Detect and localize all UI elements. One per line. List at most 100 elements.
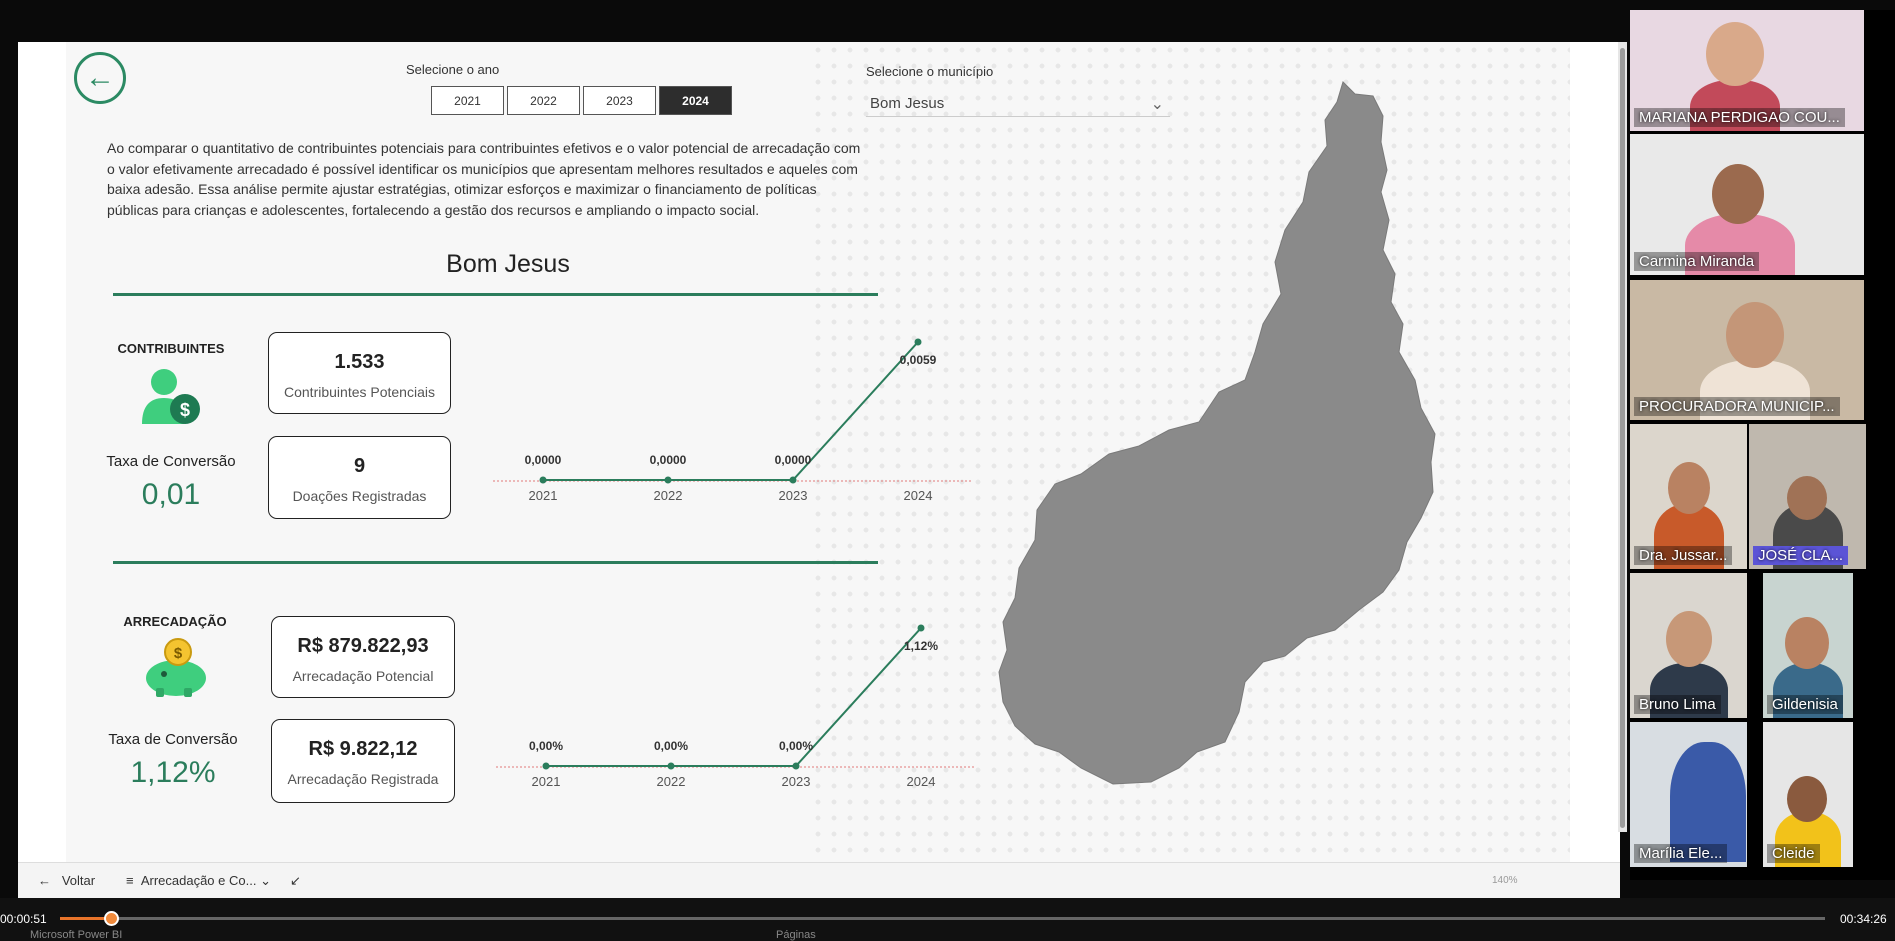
collapse-icon[interactable]: ↙ <box>290 873 301 889</box>
participant-tile[interactable]: Cleide <box>1763 722 1853 867</box>
arrec-conversion-label: Taxa de Conversão <box>108 731 238 748</box>
participant-name: Carmina Miranda <box>1634 252 1760 271</box>
state-map <box>998 81 1436 785</box>
x-tick-label: 2021 <box>532 774 561 789</box>
data-point <box>667 762 675 770</box>
city-title: Bom Jesus <box>446 250 570 278</box>
data-point <box>542 762 550 770</box>
elapsed-time: 00:00:51 <box>0 912 47 926</box>
contribuintes-section-label: CONTRIBUINTES <box>117 341 225 356</box>
kpi-label: Doações Registradas <box>292 488 427 504</box>
arrow-left-icon: ← <box>85 61 115 94</box>
arrec-conversion-value: 1,12% <box>130 756 216 789</box>
x-tick-label: 2023 <box>779 488 808 503</box>
series-line <box>543 341 919 481</box>
contrib-conversion-value: 0,01 <box>141 478 201 511</box>
data-label: 0,0059 <box>900 353 937 367</box>
x-tick-label: 2022 <box>657 774 686 789</box>
person-face <box>1712 164 1764 224</box>
kpi-value: R$ 9.822,12 <box>308 738 418 760</box>
list-icon: ≡ <box>126 873 134 888</box>
participant-name: Bruno Lima <box>1634 695 1721 714</box>
year-tabs: 2021 2022 2023 2024 <box>431 86 732 115</box>
app-label: Microsoft Power BI <box>30 929 123 941</box>
data-label: 0,0000 <box>650 453 687 467</box>
arrecadacao-section-label: ARRECADAÇÃO <box>123 614 227 629</box>
page-selector[interactable]: ≡ Arrecadação e Co... ⌄ <box>126 873 271 889</box>
data-point <box>792 762 800 770</box>
report-navigation-bar: ← Voltar ≡ Arrecadação e Co... ⌄ ↙ 140% <box>18 862 1620 898</box>
zoom-level: 140% <box>1492 875 1518 886</box>
kpi-value: 9 <box>353 455 366 477</box>
data-label: 0,00% <box>779 739 813 753</box>
participant-tile[interactable]: Carmina Miranda <box>1630 134 1864 275</box>
data-label: 0,00% <box>529 739 563 753</box>
participant-tile[interactable]: Bruno Lima <box>1630 573 1747 718</box>
screen: { "report": { "year_label": "Selecione o… <box>0 0 1895 941</box>
participant-tile[interactable]: Marília Ele... <box>1630 722 1747 867</box>
person-face <box>1706 22 1764 86</box>
participant-tile[interactable]: MARIANA PERDIGAO COU... <box>1630 10 1864 131</box>
back-arrow-button[interactable]: ← <box>74 52 126 104</box>
data-point <box>917 624 925 632</box>
data-label: 0,0000 <box>775 453 812 467</box>
person-face <box>1666 611 1712 667</box>
participant-name: JOSÉ CLA... <box>1753 546 1849 565</box>
kpi-label: Arrecadação Registrada <box>287 771 439 787</box>
data-point <box>539 476 547 484</box>
participant-tile[interactable]: Dra. Jussar... <box>1630 424 1747 569</box>
participant-name: PROCURADORA MUNICIP... <box>1634 397 1840 416</box>
kpi-arrecadacao-potencial: R$ 879.822,93 Arrecadação Potencial <box>271 616 455 698</box>
report-scrollbar-thumb[interactable] <box>1620 48 1625 828</box>
back-nav-label: Voltar <box>61 873 96 888</box>
person-face <box>1785 617 1829 669</box>
data-point <box>664 476 672 484</box>
seek-progress <box>60 917 110 920</box>
piggy-bank-icon: $ <box>146 638 206 697</box>
divider-top <box>113 293 878 296</box>
year-tab-2022[interactable]: 2022 <box>507 86 580 115</box>
seek-handle[interactable] <box>104 911 119 926</box>
contrib-conversion-label: Taxa de Conversão <box>106 453 236 470</box>
person-face <box>1787 476 1827 520</box>
kpi-contribuintes-potenciais: 1.533 Contribuintes Potenciais <box>268 332 451 414</box>
x-tick-label: 2024 <box>904 488 933 503</box>
kpi-doacoes-registradas: 9 Doações Registradas <box>268 436 451 519</box>
divider-middle <box>113 561 878 564</box>
data-label: 1,12% <box>904 639 938 653</box>
chevron-down-icon: ⌄ <box>260 873 271 888</box>
data-label: 0,00% <box>654 739 688 753</box>
video-player-bar: 00:00:51 00:34:26 Microsoft Power BI Pág… <box>0 898 1895 941</box>
participant-tile[interactable]: PROCURADORA MUNICIP... <box>1630 280 1864 420</box>
data-point <box>914 338 922 346</box>
kpi-arrecadacao-registrada: R$ 9.822,12 Arrecadação Registrada <box>271 719 455 803</box>
year-tab-2023[interactable]: 2023 <box>583 86 656 115</box>
kpi-label: Arrecadação Potencial <box>292 668 434 684</box>
participant-tile[interactable]: JOSÉ CLA... <box>1749 424 1866 569</box>
report-canvas: ← Selecione o ano 2021 2022 2023 2024 Se… <box>18 42 1620 862</box>
participant-name: Marília Ele... <box>1634 844 1728 863</box>
description-text: Ao comparar o quantitativo de contribuin… <box>107 140 861 218</box>
data-point <box>789 476 797 484</box>
total-time: 00:34:26 <box>1840 912 1887 926</box>
participant-name: Gildenisia <box>1767 695 1843 714</box>
participant-name: Cleide <box>1767 844 1820 863</box>
contribuintes-line-chart: 0,0000 2021 0,0000 2022 0,0000 2023 0,0059 2024 <box>493 338 973 503</box>
participant-tile[interactable]: Gildenisia <box>1763 573 1853 718</box>
arrecadacao-line-chart: 0,00% 2021 0,00% 2022 0,00% 2023 1,12% 2024 <box>496 624 976 789</box>
year-tab-2021[interactable]: 2021 <box>431 86 504 115</box>
pages-label: Páginas <box>776 929 816 941</box>
contributor-icon: $ <box>142 369 200 424</box>
back-nav-button[interactable]: ← Voltar <box>38 873 95 888</box>
kpi-label: Contribuintes Potenciais <box>284 384 435 400</box>
seek-track[interactable] <box>60 917 1825 920</box>
x-tick-label: 2024 <box>907 774 936 789</box>
x-tick-label: 2023 <box>782 774 811 789</box>
kpi-value: R$ 879.822,93 <box>297 635 429 657</box>
person-face <box>1726 302 1784 368</box>
person-face <box>1668 462 1710 514</box>
year-label: Selecione o ano <box>406 62 500 77</box>
year-tab-2024[interactable]: 2024 <box>659 86 732 115</box>
kpi-value: 1.533 <box>334 351 385 373</box>
svg-text:$: $ <box>180 400 190 420</box>
